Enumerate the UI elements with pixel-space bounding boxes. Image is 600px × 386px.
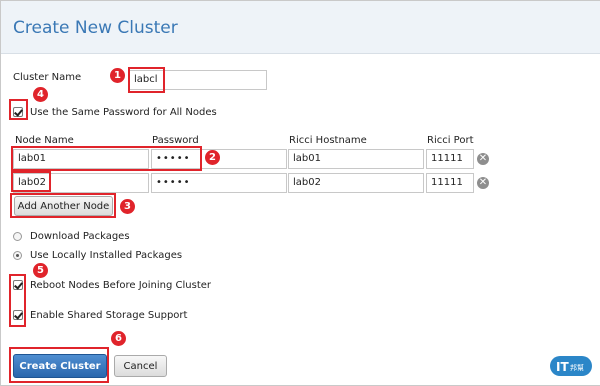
header-ricci-hostname: Ricci Hostname (289, 135, 367, 146)
dialog-title: Create New Cluster (13, 18, 178, 38)
reboot-nodes-label: Reboot Nodes Before Joining Cluster (30, 280, 212, 291)
download-packages-radio[interactable] (13, 232, 22, 241)
remove-node-icon[interactable]: ✕ (477, 177, 489, 189)
header-password: Password (152, 135, 199, 146)
download-packages-label: Download Packages (30, 231, 130, 242)
ricci-port-input[interactable]: 11111 (426, 173, 474, 193)
annotation-box (11, 146, 202, 171)
local-packages-label: Use Locally Installed Packages (30, 250, 183, 261)
annotation-box (10, 193, 116, 218)
same-password-label: Use the Same Password for All Nodes (30, 107, 217, 118)
annotation-box (11, 171, 51, 192)
annotation-badge-1: 1 (110, 68, 125, 83)
create-cluster-dialog: Create New Cluster Cluster Name labcl Us… (0, 0, 600, 386)
ricci-hostname-input[interactable]: lab02 (288, 173, 424, 193)
annotation-box (9, 347, 109, 383)
annotation-box (9, 99, 28, 120)
annotation-badge-6: 6 (111, 331, 126, 346)
svg-text:邦幫: 邦幫 (570, 363, 584, 372)
shared-storage-label: Enable Shared Storage Support (30, 310, 188, 321)
cancel-button[interactable]: Cancel (114, 355, 167, 377)
annotation-badge-3: 3 (120, 199, 135, 214)
annotation-box (128, 67, 165, 93)
svg-text:IT: IT (556, 360, 569, 374)
ithome-logo: IT 邦幫 (550, 356, 592, 376)
annotation-box (9, 274, 26, 327)
header-ricci-port: Ricci Port (427, 135, 474, 146)
ricci-port-input[interactable]: 11111 (426, 149, 474, 169)
local-packages-radio[interactable] (13, 251, 22, 260)
remove-node-icon[interactable]: ✕ (477, 153, 489, 165)
annotation-badge-4: 4 (33, 87, 48, 102)
header-node-name: Node Name (15, 135, 74, 146)
annotation-badge-2: 2 (205, 150, 220, 165)
password-input[interactable]: ••••• (151, 173, 287, 193)
annotation-badge-5: 5 (33, 263, 48, 278)
cluster-name-label: Cluster Name (13, 72, 82, 83)
dialog-header: Create New Cluster (1, 1, 600, 54)
ricci-hostname-input[interactable]: lab01 (288, 149, 424, 169)
